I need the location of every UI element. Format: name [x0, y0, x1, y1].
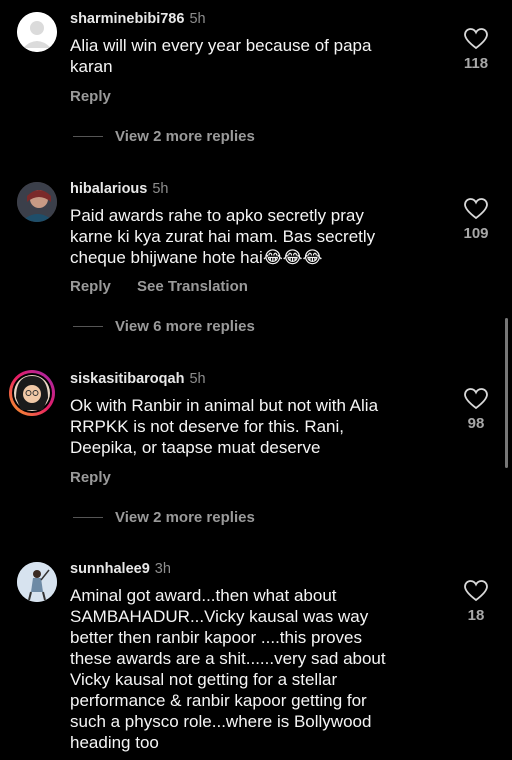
avatar[interactable]	[17, 182, 57, 222]
comment-line: Ok with Ranbir in animal but not with Al…	[70, 396, 379, 415]
view-replies-label: View 2 more replies	[115, 509, 255, 526]
like-count: 118	[463, 55, 489, 72]
divider	[73, 517, 103, 518]
comment-line: SAMBAHADUR...Vicky kausal was way	[70, 607, 369, 626]
timestamp: 5h	[189, 11, 206, 27]
heart-outline-icon	[464, 580, 488, 602]
comment-line: heading too	[70, 733, 159, 752]
reply-button[interactable]: Reply	[70, 469, 111, 486]
comment-text: Aminal got award...then what about SAMBA…	[70, 585, 440, 753]
timestamp: 3h	[154, 561, 171, 577]
like-count: 98	[467, 415, 485, 432]
story-avatar-icon	[12, 373, 52, 413]
comment-header: sharminebibi786 5h	[70, 11, 206, 27]
comment-line: karan	[70, 57, 113, 76]
heart-outline-icon	[464, 28, 488, 50]
view-replies-button[interactable]: View 2 more replies	[73, 128, 255, 145]
like-button[interactable]: 98	[462, 388, 490, 432]
avatar[interactable]	[17, 12, 57, 52]
username[interactable]: siskasitibaroqah	[70, 371, 184, 387]
see-translation-button[interactable]: See Translation	[137, 278, 248, 295]
avatar[interactable]	[9, 370, 55, 416]
reply-button[interactable]: Reply	[70, 88, 111, 105]
timestamp: 5h	[189, 371, 206, 387]
comment-line: Vicky kausal not getting for a stellar	[70, 670, 338, 689]
timestamp: 5h	[152, 181, 169, 197]
comment-actions: Reply	[70, 469, 133, 486]
comment-header: siskasitibaroqah 5h	[70, 371, 206, 387]
view-replies-button[interactable]: View 6 more replies	[73, 318, 255, 335]
like-count: 18	[467, 607, 485, 624]
comment-text: Paid awards rahe to apko secretly pray k…	[70, 205, 440, 268]
user-avatar-icon	[17, 562, 57, 602]
comment-actions: Reply	[70, 88, 133, 105]
comment-header: sunnhalee9 3h	[70, 561, 171, 577]
avatar[interactable]	[17, 562, 57, 602]
like-button[interactable]: 18	[462, 580, 490, 624]
like-count: 109	[463, 225, 489, 242]
comment-line: Paid awards rahe to apko secretly pray	[70, 206, 364, 225]
heart-outline-icon	[464, 388, 488, 410]
divider	[73, 136, 103, 137]
comment-line: Alia will win every year because of papa	[70, 36, 372, 55]
default-avatar-icon	[17, 12, 57, 52]
comment-text: Ok with Ranbir in animal but not with Al…	[70, 395, 440, 458]
username[interactable]: sharminebibi786	[70, 11, 184, 27]
like-button[interactable]: 109	[462, 198, 490, 242]
comment-line: these awards are a shit......very sad ab…	[70, 649, 386, 668]
like-button[interactable]: 118	[462, 28, 490, 72]
comment-line: karne ki kya zurat hai mam. Bas secretly	[70, 227, 376, 246]
view-replies-button[interactable]: View 2 more replies	[73, 509, 255, 526]
comment-actions: Reply See Translation	[70, 278, 270, 295]
scrollbar[interactable]	[505, 318, 508, 468]
username[interactable]: hibalarious	[70, 181, 147, 197]
user-avatar-icon	[17, 182, 57, 222]
comment-line: better then ranbir kapoor ....this prove…	[70, 628, 362, 647]
comment-line: RRPKK is not deserve for this. Rani,	[70, 417, 345, 436]
username[interactable]: sunnhalee9	[70, 561, 150, 577]
comment-line: such a physco role...where is Bollywood	[70, 712, 372, 731]
comment-line: Deepika, or taapse muat deserve	[70, 438, 321, 457]
comment-text: Alia will win every year because of papa…	[70, 35, 440, 77]
view-replies-label: View 6 more replies	[115, 318, 255, 335]
heart-outline-icon	[464, 198, 488, 220]
comment-line: cheque bhijwane hote hai😂😂😂	[70, 248, 323, 267]
comment-line: performance & ranbir kapoor getting for	[70, 691, 367, 710]
comment-line: Aminal got award...then what about	[70, 586, 337, 605]
comment-header: hibalarious 5h	[70, 181, 169, 197]
divider	[73, 326, 103, 327]
view-replies-label: View 2 more replies	[115, 128, 255, 145]
reply-button[interactable]: Reply	[70, 278, 111, 295]
